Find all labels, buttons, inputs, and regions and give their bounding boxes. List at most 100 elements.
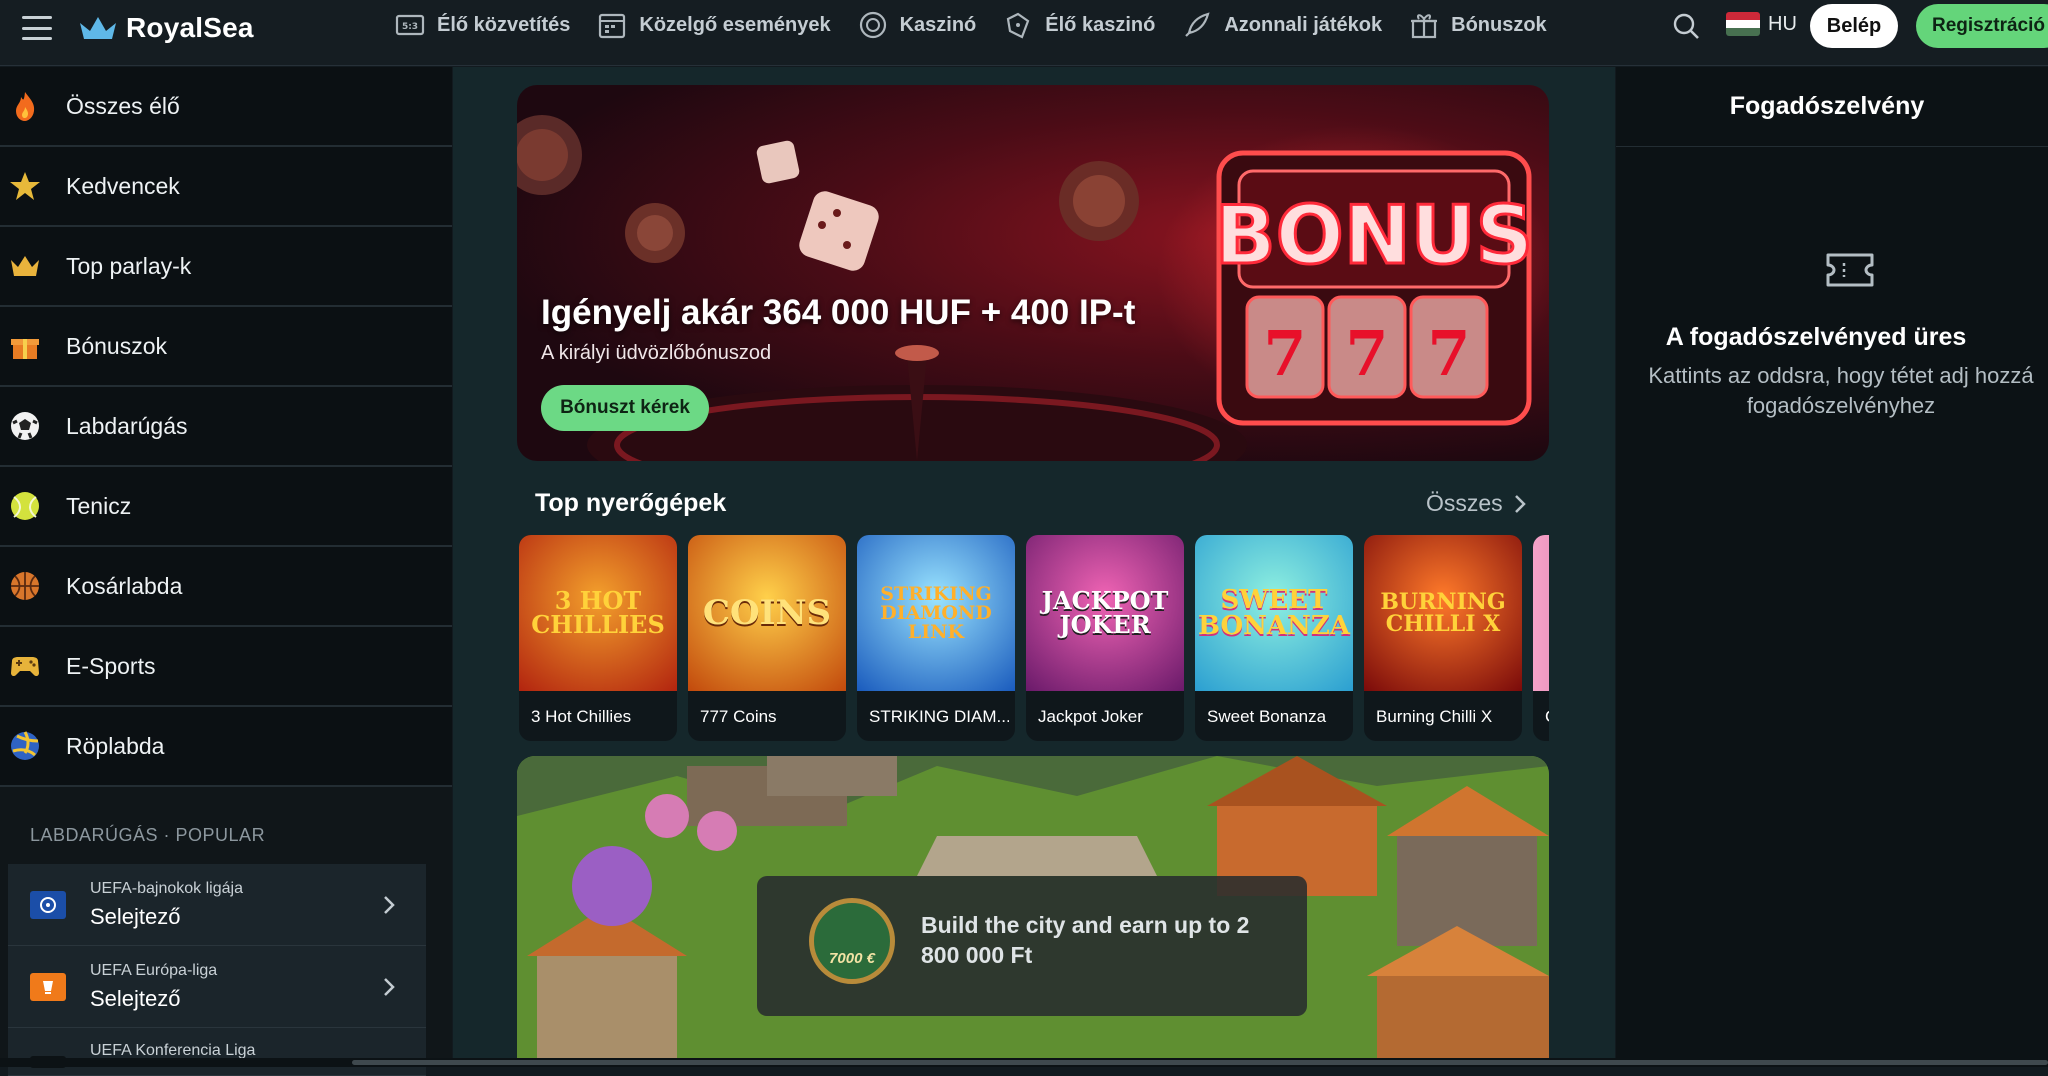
betslip-panel: Fogadószelvény A fogadószelvényed üres K… bbox=[1616, 67, 2048, 1067]
slot-thumbnail bbox=[1533, 535, 1549, 691]
nav-casino[interactable]: Kaszinó bbox=[857, 9, 977, 41]
sidebar-item-bonuses[interactable]: Bónuszok bbox=[0, 307, 452, 387]
top-slots-carousel: 3 HOT CHILLIES 3 Hot Chillies COINS 777 … bbox=[519, 535, 1549, 741]
sidebar-item-volleyball[interactable]: Röplabda bbox=[0, 707, 452, 787]
promo-text: Build the city and earn up to 2 800 000 … bbox=[921, 912, 1250, 968]
league-row-europa-league[interactable]: UEFA Európa-liga Selejtező bbox=[8, 946, 426, 1028]
nav-bonuses[interactable]: Bónuszok bbox=[1408, 9, 1547, 41]
nav-live-casino[interactable]: Élő kaszinó bbox=[1002, 9, 1155, 41]
slot-thumbnail-title: COINS bbox=[702, 593, 832, 633]
sidebar-item-favorites[interactable]: Kedvencek bbox=[0, 147, 452, 227]
gift-icon bbox=[11, 339, 39, 359]
league-name: UEFA-bajnokok ligája bbox=[90, 879, 243, 897]
logo[interactable]: RoyalSea bbox=[78, 10, 254, 46]
promo-message-box: 7000 € Build the city and earn up to 2 8… bbox=[757, 876, 1307, 1016]
sidebar-item-label: Kedvencek bbox=[66, 172, 180, 199]
sports-sidebar: Összes élő Kedvencek Top parlay-k Bónusz… bbox=[0, 67, 452, 1076]
slot-thumbnail: BURNING CHILLI X bbox=[1364, 535, 1522, 691]
bonus-hero-banner[interactable]: BONUS 7 7 7 Igényelj akár 364 000 HUF + … bbox=[517, 85, 1549, 461]
sidebar-item-label: Labdarúgás bbox=[66, 412, 188, 439]
logo-text: RoyalSea bbox=[126, 12, 254, 43]
nav-label: Élő közvetítés bbox=[437, 13, 571, 36]
gift-icon bbox=[1411, 14, 1438, 39]
see-all-label: Összes bbox=[1426, 490, 1503, 516]
nav-label: Bónuszok bbox=[1451, 13, 1547, 36]
hungary-flag-icon bbox=[1726, 12, 1760, 36]
scrollbar-thumb[interactable] bbox=[352, 1060, 2048, 1065]
search-icon[interactable] bbox=[1670, 10, 1702, 42]
ticket-icon bbox=[1826, 253, 1874, 287]
league-name: UEFA Európa-liga bbox=[90, 961, 218, 979]
sidebar-item-football[interactable]: Labdarúgás bbox=[0, 387, 452, 467]
see-all-link[interactable]: Összes bbox=[1426, 490, 1527, 517]
sidebar-item-basketball[interactable]: Kosárlabda bbox=[0, 547, 452, 627]
chevron-right-icon bbox=[1514, 494, 1526, 513]
betslip-empty-title: A fogadószelvényed üres bbox=[1665, 323, 1967, 351]
league-stage: Selejtező bbox=[90, 985, 181, 1011]
claim-bonus-button[interactable]: Bónuszt kérek bbox=[541, 385, 709, 431]
slot-card-sweet-bonanza[interactable]: SWEET BONANZA Sweet Bonanza bbox=[1195, 535, 1353, 741]
slot-thumbnail: STRIKING DIAMOND LINK bbox=[857, 535, 1015, 691]
sidebar-item-esports[interactable]: E-Sports bbox=[0, 627, 452, 707]
sidebar-item-all-live[interactable]: Összes élő bbox=[0, 67, 452, 147]
sidebar-item-label: Tenicz bbox=[66, 492, 132, 519]
slot-thumbnail: JACKPOT JOKER bbox=[1026, 535, 1184, 691]
crown-logo-icon bbox=[80, 17, 116, 39]
nav-label: Kaszinó bbox=[899, 13, 977, 36]
sidebar-section-title: LABDARÚGÁS · POPULAR bbox=[30, 825, 266, 845]
slot-card-3-hot-chillies[interactable]: 3 HOT CHILLIES 3 Hot Chillies bbox=[519, 535, 677, 741]
slot-card-777-coins[interactable]: COINS 777 Coins bbox=[688, 535, 846, 741]
reel-symbol: 7 bbox=[1427, 317, 1470, 390]
league-row-champions-league[interactable]: UEFA-bajnokok ligája Selejtező bbox=[8, 864, 426, 946]
tennis-ball-icon bbox=[11, 492, 39, 520]
nav-label: Közelgő események bbox=[639, 13, 831, 36]
svg-text:5:3: 5:3 bbox=[402, 22, 418, 32]
nav-upcoming[interactable]: Közelgő események bbox=[596, 9, 831, 41]
soccer-ball-icon bbox=[11, 412, 39, 440]
slot-name: Jackpot Joker bbox=[1038, 707, 1143, 726]
menu-hamburger-icon[interactable] bbox=[22, 16, 52, 40]
live-scoreboard-icon: 5:3 bbox=[395, 14, 425, 36]
language-code: HU bbox=[1768, 12, 1797, 35]
reel-symbol: 7 bbox=[1345, 317, 1388, 390]
slot-card-partial[interactable]: C bbox=[1533, 535, 1549, 741]
sidebar-item-label: Bónuszok bbox=[66, 332, 168, 359]
top-navigation-bar: RoyalSea 5:3 Élő közvetítés Közelgő esem… bbox=[0, 0, 2048, 66]
sidebar-item-top-parlays[interactable]: Top parlay-k bbox=[0, 227, 452, 307]
sidebar-item-tennis[interactable]: Tenicz bbox=[0, 467, 452, 547]
slot-name: STRIKING DIAM... bbox=[869, 707, 1009, 726]
basketball-icon bbox=[11, 572, 39, 600]
slot-thumbnail: 3 HOT CHILLIES bbox=[519, 535, 677, 691]
slot-card-striking-diamond[interactable]: STRIKING DIAMOND LINK STRIKING DIAM... bbox=[857, 535, 1015, 741]
bonus-sign-text: BONUS bbox=[1215, 189, 1534, 282]
volleyball-icon bbox=[11, 731, 39, 760]
slot-thumbnail-title: SWEET BONANZA bbox=[1198, 585, 1350, 641]
slot-thumbnail: SWEET BONANZA bbox=[1195, 535, 1353, 691]
city-builder-promo-banner[interactable]: 7000 € Build the city and earn up to 2 8… bbox=[517, 756, 1549, 1067]
calendar-icon bbox=[599, 13, 626, 39]
slot-thumbnail-title: JACKPOT JOKER bbox=[1041, 586, 1169, 639]
popular-leagues-card: UEFA-bajnokok ligája Selejtező UEFA Euró… bbox=[8, 864, 426, 1076]
language-selector[interactable]: HU bbox=[1726, 12, 1797, 36]
sidebar-item-label: E-Sports bbox=[66, 652, 156, 679]
main-nav: 5:3 Élő közvetítés Közelgő események Kas… bbox=[394, 0, 1547, 50]
horizontal-scrollbar[interactable] bbox=[0, 1058, 2048, 1067]
slot-card-burning-chilli-x[interactable]: BURNING CHILLI X Burning Chilli X bbox=[1364, 535, 1522, 741]
nav-instant-games[interactable]: Azonnali játékok bbox=[1181, 9, 1382, 41]
crown-icon bbox=[11, 256, 39, 276]
slot-card-jackpot-joker[interactable]: JACKPOT JOKER Jackpot Joker bbox=[1026, 535, 1184, 741]
register-button[interactable]: Regisztráció bbox=[1916, 4, 2048, 48]
live-casino-icon bbox=[1007, 12, 1030, 39]
league-row-conference-league[interactable]: UEFA Konferencia Liga bbox=[8, 1028, 426, 1076]
sidebar-item-label: Kosárlabda bbox=[66, 572, 183, 599]
casino-chip-icon bbox=[859, 11, 886, 39]
slot-thumbnail-title: STRIKING DIAMOND LINK bbox=[880, 582, 992, 643]
top-slots-title: Top nyerőgépek bbox=[535, 489, 727, 517]
login-button[interactable]: Belép bbox=[1810, 4, 1898, 48]
slot-name: 777 Coins bbox=[700, 707, 777, 726]
champions-league-logo-icon bbox=[30, 890, 66, 919]
nav-label: Azonnali játékok bbox=[1224, 13, 1383, 36]
money-bag-coin-icon: 7000 € bbox=[809, 898, 895, 984]
nav-live[interactable]: 5:3 Élő közvetítés bbox=[394, 9, 570, 41]
nav-label: Élő kaszinó bbox=[1045, 13, 1156, 36]
